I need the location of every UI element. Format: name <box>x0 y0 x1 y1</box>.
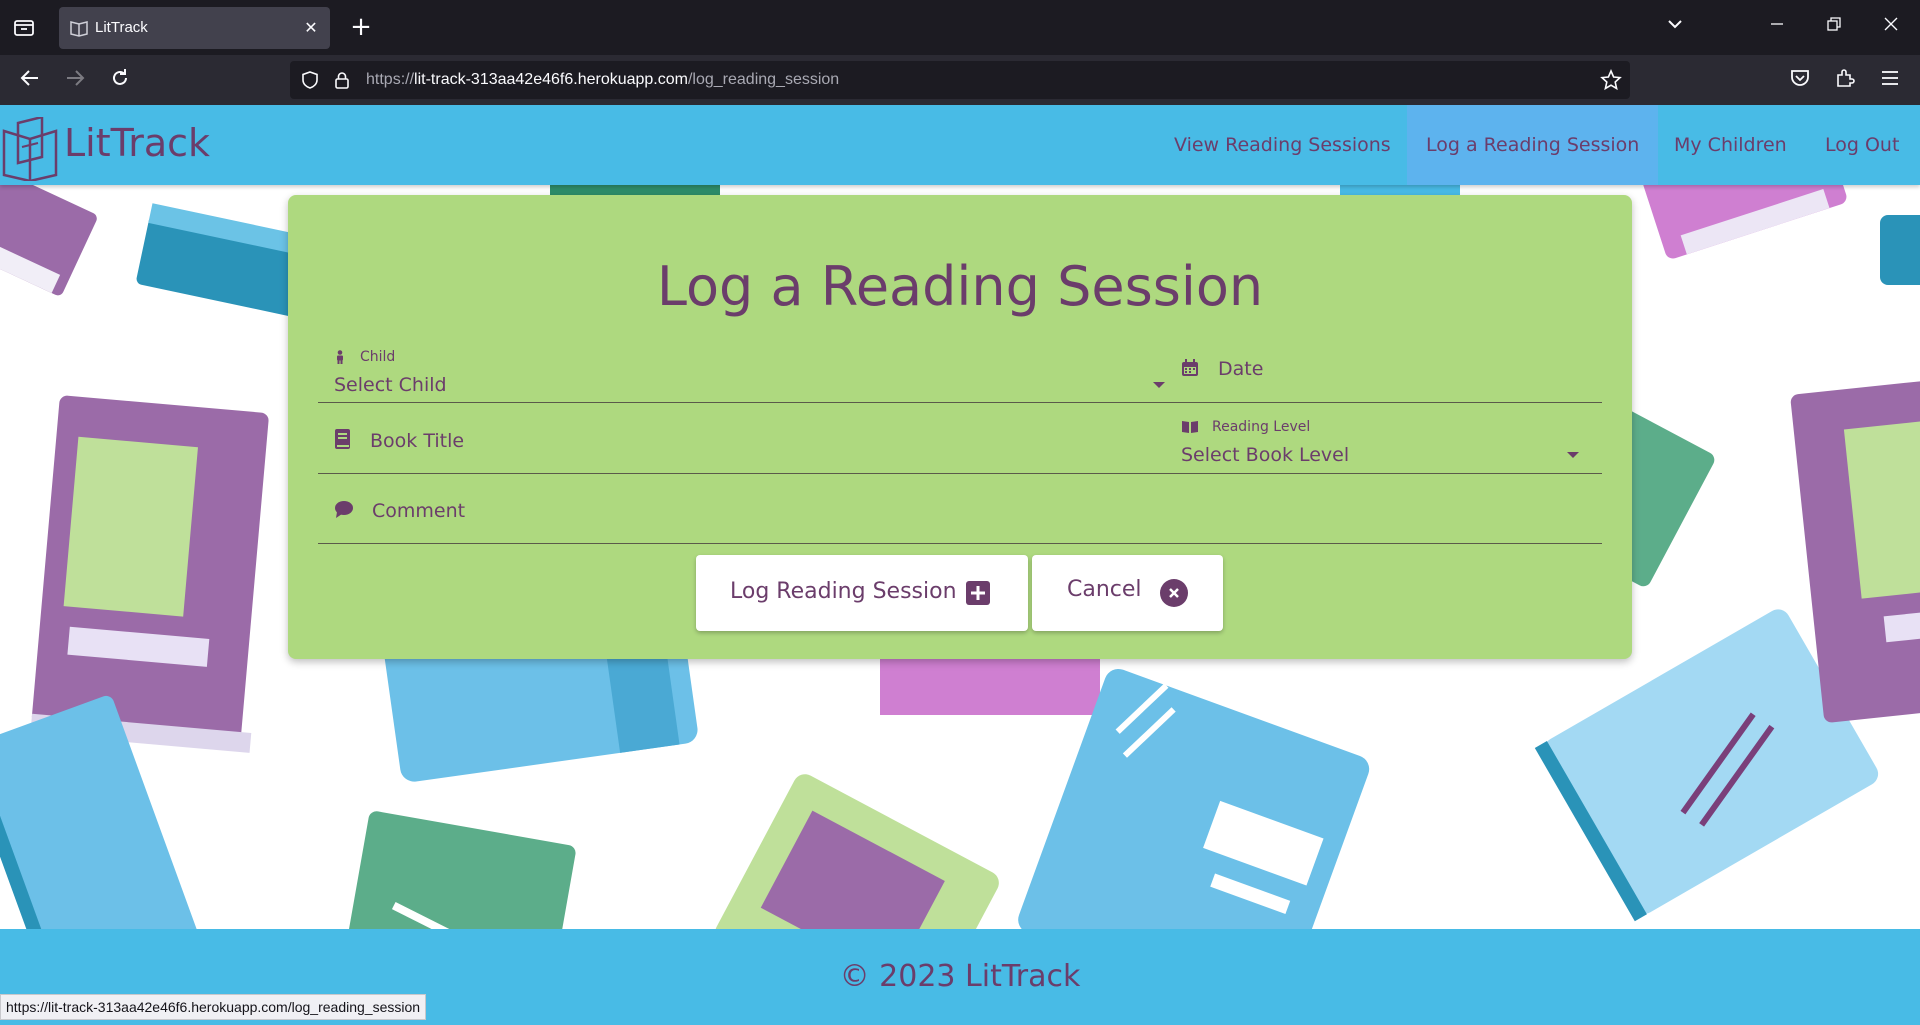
plus-square-icon <box>966 581 990 605</box>
comment-label: Comment <box>372 500 466 522</box>
book-icon <box>334 429 352 449</box>
web-page: LitTrack View Reading Sessions Log a Rea… <box>0 105 1920 1025</box>
calendar-icon <box>1181 359 1199 377</box>
url-host: lit-track-313aa42e46f6.herokuapp.com <box>414 71 688 88</box>
close-window-icon[interactable] <box>1878 14 1904 40</box>
menu-hamburger-icon[interactable] <box>1877 67 1903 93</box>
list-all-tabs-chevron-icon[interactable] <box>1662 14 1688 40</box>
browser-tab-bar: LitTrack ✕ + <box>0 0 1920 55</box>
pocket-icon[interactable] <box>1787 67 1813 93</box>
forward-icon[interactable] <box>62 67 88 93</box>
tracking-protection-shield-icon[interactable] <box>300 70 320 90</box>
book-logo-icon[interactable] <box>0 115 64 183</box>
close-circle-icon <box>1160 579 1188 607</box>
close-tab-icon[interactable]: ✕ <box>302 19 320 37</box>
cancel-button-label: Cancel <box>1067 577 1142 602</box>
child-label: Child <box>360 349 396 365</box>
date-label: Date <box>1218 358 1264 380</box>
browser-tab[interactable]: LitTrack ✕ <box>59 7 330 49</box>
book-favicon-icon <box>69 18 89 38</box>
reading-level-select[interactable]: Reading Level Select Book Level <box>1168 416 1602 474</box>
book-title-input[interactable]: Book Title <box>318 416 1168 474</box>
log-reading-session-button-label: Log Reading Session <box>730 579 957 604</box>
address-bar[interactable]: https://lit-track-313aa42e46f6.herokuapp… <box>290 61 1630 99</box>
extensions-icon[interactable] <box>1832 67 1858 93</box>
status-bar-url: https://lit-track-313aa42e46f6.herokuapp… <box>0 994 427 1020</box>
nav-log-reading-session[interactable]: Log a Reading Session <box>1407 105 1659 185</box>
date-field[interactable]: Date <box>1168 345 1602 403</box>
browser-nav-bar: https://lit-track-313aa42e46f6.herokuapp… <box>0 55 1920 105</box>
bookmark-star-icon[interactable] <box>1600 68 1622 91</box>
back-icon[interactable] <box>17 67 43 93</box>
log-reading-session-button[interactable]: Log Reading Session <box>696 555 1028 631</box>
url-scheme: https:// <box>366 71 415 88</box>
footer-copyright: © 2023 LitTrack <box>839 959 1081 994</box>
tab-title: LitTrack <box>95 19 148 36</box>
site-logo-text[interactable]: LitTrack <box>64 121 210 165</box>
url-path: /log_reading_session <box>687 71 840 88</box>
reading-level-dropdown-caret-icon <box>1566 444 1580 458</box>
nav-my-children[interactable]: My Children <box>1655 105 1806 185</box>
form-title: Log a Reading Session <box>656 255 1264 318</box>
comment-bubble-icon <box>334 500 354 518</box>
lock-icon[interactable] <box>332 70 352 90</box>
cancel-button[interactable]: Cancel <box>1032 555 1223 631</box>
book-title-label: Book Title <box>370 430 465 452</box>
child-placeholder: Select Child <box>334 374 447 396</box>
tab-list-icon[interactable] <box>12 16 38 40</box>
nav-view-reading-sessions[interactable]: View Reading Sessions <box>1155 105 1410 185</box>
child-dropdown-caret-icon <box>1152 374 1166 388</box>
reading-level-label: Reading Level <box>1212 419 1311 435</box>
child-person-icon <box>334 349 346 364</box>
reading-level-placeholder: Select Book Level <box>1181 444 1350 466</box>
open-book-icon <box>1181 419 1199 433</box>
site-header: LitTrack View Reading Sessions Log a Rea… <box>0 105 1920 185</box>
nav-log-out[interactable]: Log Out <box>1806 105 1918 185</box>
new-tab-icon[interactable]: + <box>348 13 374 41</box>
minimize-icon[interactable] <box>1764 14 1790 40</box>
comment-input[interactable]: Comment <box>318 486 1602 544</box>
restore-icon[interactable] <box>1821 14 1847 40</box>
reload-icon[interactable] <box>107 67 133 93</box>
url-text: https://lit-track-313aa42e46f6.herokuapp… <box>366 71 839 89</box>
child-select[interactable]: Child Select Child <box>318 345 1168 403</box>
